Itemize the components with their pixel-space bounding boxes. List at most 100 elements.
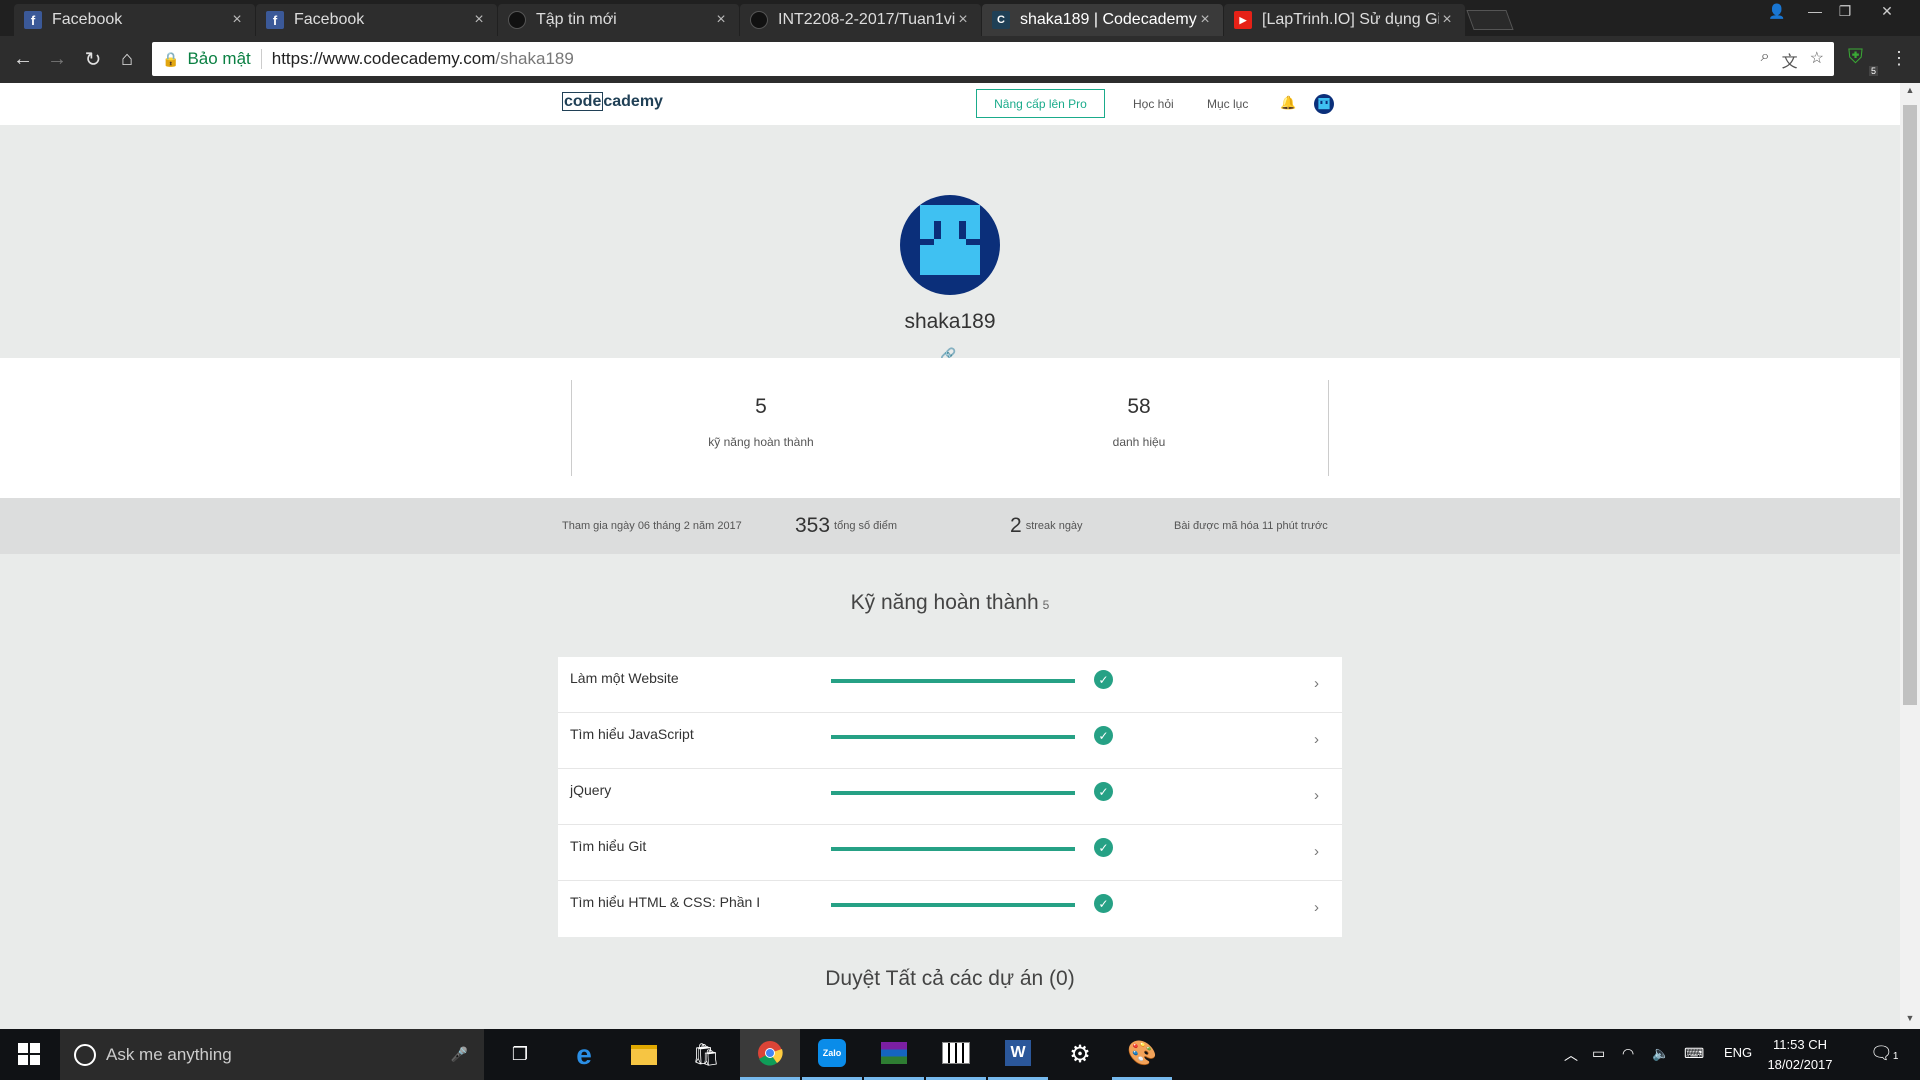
edge-icon[interactable]: e bbox=[554, 1029, 614, 1080]
stats-band: 5 kỹ năng hoàn thành 58 danh hiệu bbox=[0, 358, 1900, 498]
wifi-icon[interactable]: ◠ bbox=[1622, 1045, 1634, 1062]
facebook-icon: f bbox=[24, 11, 42, 29]
shield-extension-icon[interactable]: ⛨ 5 bbox=[1848, 46, 1878, 76]
browser-tab[interactable]: f Facebook × bbox=[14, 4, 255, 36]
facebook-icon: f bbox=[266, 11, 284, 29]
zalo-icon[interactable]: Zalo bbox=[802, 1029, 862, 1080]
system-clock[interactable]: 11:53 CH 18/02/2017 bbox=[1758, 1035, 1842, 1075]
settings-gear-icon[interactable]: ⚙ bbox=[1050, 1029, 1110, 1080]
check-icon: ✓ bbox=[1094, 894, 1113, 913]
tab-title: Facebook bbox=[294, 11, 365, 28]
progress-bar bbox=[831, 735, 1075, 739]
skill-row[interactable]: Tìm hiểu Git ✓ › bbox=[558, 825, 1342, 881]
microphone-icon[interactable]: 🎤 bbox=[451, 1046, 468, 1063]
scroll-down-icon[interactable]: ▼ bbox=[1900, 1013, 1920, 1029]
browser-tab[interactable]: f Facebook × bbox=[256, 4, 497, 36]
home-icon[interactable]: ⌂ bbox=[114, 46, 140, 72]
translate-icon[interactable]: 文 bbox=[1782, 48, 1798, 72]
bell-icon[interactable]: 🔔 bbox=[1280, 95, 1296, 111]
keyboard-icon[interactable]: ⌨ bbox=[1684, 1045, 1704, 1062]
user-avatar-menu[interactable] bbox=[1314, 94, 1334, 114]
stat-value: 5 bbox=[755, 395, 767, 418]
page-scrollbar[interactable]: ▲ ▼ bbox=[1900, 83, 1920, 1029]
browser-tab[interactable]: Tập tin mới × bbox=[498, 4, 739, 36]
forward-icon[interactable]: → bbox=[44, 46, 70, 72]
upgrade-pro-button[interactable]: Nâng cấp lên Pro bbox=[976, 89, 1105, 118]
winrar-icon[interactable] bbox=[864, 1029, 924, 1080]
browser-menu-icon[interactable]: ⋮ bbox=[1890, 48, 1908, 69]
last-coded: Bài được mã hóa 11 phút trước bbox=[1174, 520, 1328, 532]
address-bar[interactable]: 🔒 Bảo mật https://www.codecademy.com/sha… bbox=[152, 42, 1834, 76]
reload-icon[interactable]: ↻ bbox=[80, 46, 106, 72]
bookmark-star-icon[interactable]: ☆ bbox=[1810, 48, 1824, 72]
skills-section-title: Kỹ năng hoàn thành 5 bbox=[850, 591, 1050, 614]
close-window-icon[interactable]: ✕ bbox=[1872, 0, 1902, 22]
language-indicator[interactable]: ENG bbox=[1724, 1045, 1752, 1060]
github-icon bbox=[750, 11, 768, 29]
codecademy-logo[interactable]: code cademy bbox=[562, 92, 663, 111]
word-icon[interactable]: W bbox=[988, 1029, 1048, 1080]
close-tab-icon[interactable]: × bbox=[471, 11, 487, 29]
browser-toolbar: ← → ↻ ⌂ 🔒 Bảo mật https://www.codecademy… bbox=[0, 36, 1920, 83]
stat-label: kỹ năng hoàn thành bbox=[708, 435, 814, 449]
windows-start-icon[interactable] bbox=[18, 1043, 40, 1065]
nav-catalog-link[interactable]: Mục lục bbox=[1207, 97, 1248, 111]
close-tab-icon[interactable]: × bbox=[713, 11, 729, 29]
extension-badge: 5 bbox=[1868, 66, 1878, 76]
secure-label: Bảo mật bbox=[187, 49, 251, 68]
windows-taskbar: Ask me anything 🎤 ❐ e 🛍 Zalo W ⚙ 🎨 ︿ ▭ ◠… bbox=[0, 1029, 1920, 1080]
skill-row[interactable]: Tìm hiểu JavaScript ✓ › bbox=[558, 713, 1342, 769]
tab-title: INT2208-2-2017/Tuan1vi bbox=[778, 11, 955, 28]
chevron-right-icon[interactable]: › bbox=[1314, 675, 1319, 692]
scroll-up-icon[interactable]: ▲ bbox=[1900, 85, 1920, 101]
file-explorer-icon[interactable] bbox=[614, 1029, 674, 1080]
browser-tab-active[interactable]: C shaka189 | Codecademy × bbox=[982, 4, 1223, 36]
browser-tab[interactable]: INT2208-2-2017/Tuan1vi × bbox=[740, 4, 981, 36]
new-tab-button[interactable] bbox=[1466, 10, 1514, 30]
skill-name: Làm một Website bbox=[570, 670, 679, 686]
minimize-icon[interactable]: — bbox=[1800, 0, 1830, 22]
volume-icon[interactable]: 🔈 bbox=[1652, 1045, 1669, 1062]
skills-list: Làm một Website ✓ › Tìm hiểu JavaScript … bbox=[558, 657, 1342, 937]
lock-icon: 🔒 bbox=[162, 50, 180, 67]
close-tab-icon[interactable]: × bbox=[1197, 11, 1213, 29]
store-icon[interactable]: 🛍 bbox=[676, 1029, 736, 1080]
progress-fill bbox=[831, 679, 1075, 683]
battery-icon[interactable]: ▭ bbox=[1592, 1045, 1605, 1062]
profile-icon[interactable]: 👤 bbox=[1762, 0, 1792, 22]
youtube-icon: ▶ bbox=[1234, 11, 1252, 29]
projects-section-title[interactable]: Duyệt Tất cả các dự án (0) bbox=[0, 967, 1900, 991]
cortana-search-box[interactable]: Ask me anything 🎤 bbox=[60, 1029, 484, 1080]
action-center-icon[interactable]: 🗨1 bbox=[1870, 1043, 1898, 1064]
back-icon[interactable]: ← bbox=[10, 46, 36, 72]
progress-bar bbox=[831, 791, 1075, 795]
skill-row[interactable]: Tìm hiểu HTML & CSS: Phần I ✓ › bbox=[558, 881, 1342, 937]
info-band: Tham gia ngày 06 tháng 2 năm 2017 353 tổn… bbox=[0, 498, 1900, 554]
paint-icon[interactable]: 🎨 bbox=[1112, 1029, 1172, 1080]
skill-row[interactable]: jQuery ✓ › bbox=[558, 769, 1342, 825]
chevron-right-icon[interactable]: › bbox=[1314, 843, 1319, 860]
progress-bar bbox=[831, 679, 1075, 683]
restore-icon[interactable]: ❐ bbox=[1830, 0, 1860, 22]
page-viewport: code cademy Nâng cấp lên Pro Học hỏi Mục … bbox=[0, 83, 1900, 1029]
nav-learn-link[interactable]: Học hỏi bbox=[1133, 97, 1174, 111]
scrollbar-thumb[interactable] bbox=[1903, 105, 1917, 705]
chevron-up-icon[interactable]: ︿ bbox=[1564, 1045, 1578, 1065]
close-tab-icon[interactable]: × bbox=[955, 11, 971, 29]
tab-title: Tập tin mới bbox=[536, 11, 617, 28]
close-tab-icon[interactable]: × bbox=[229, 11, 245, 29]
close-tab-icon[interactable]: × bbox=[1439, 11, 1455, 29]
chevron-right-icon[interactable]: › bbox=[1314, 787, 1319, 804]
check-icon: ✓ bbox=[1094, 782, 1113, 801]
chevron-right-icon[interactable]: › bbox=[1314, 731, 1319, 748]
chevron-right-icon[interactable]: › bbox=[1314, 899, 1319, 916]
points-label: tổng số điểm bbox=[834, 520, 898, 532]
task-view-icon[interactable]: ❐ bbox=[490, 1029, 550, 1080]
zoom-icon[interactable]: ⌕ bbox=[1761, 48, 1770, 72]
browser-tab[interactable]: ▶ [LapTrinh.IO] Sử dụng Git × bbox=[1224, 4, 1465, 36]
stat-skills-completed: 5 kỹ năng hoàn thành bbox=[572, 380, 950, 476]
piano-app-icon[interactable] bbox=[926, 1029, 986, 1080]
tab-title: shaka189 | Codecademy bbox=[1020, 11, 1197, 28]
chrome-icon[interactable] bbox=[740, 1029, 800, 1080]
skill-row[interactable]: Làm một Website ✓ › bbox=[558, 657, 1342, 713]
